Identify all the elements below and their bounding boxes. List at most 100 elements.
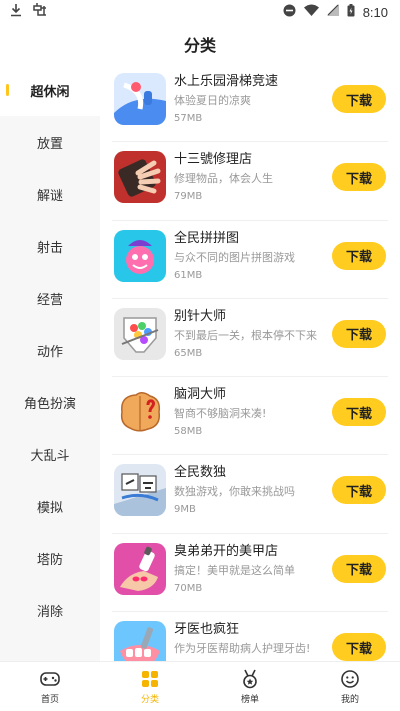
game-list-item[interactable]: 牙医也疯狂 作为牙医帮助病人护理牙齿! 下载 <box>112 612 388 661</box>
game-description: 不到最后一关，根本停不下来 <box>174 328 317 342</box>
download-button[interactable]: 下载 <box>332 241 386 270</box>
game-title: 水上乐园滑梯竞速 <box>174 74 279 89</box>
sidebar-item-action[interactable]: 动作 <box>0 324 100 376</box>
gamepad-icon <box>39 668 61 690</box>
wifi-icon <box>303 4 319 20</box>
download-button[interactable]: 下载 <box>332 319 386 348</box>
game-info: 全民数独 数独游戏，你敢来挑战吗 9MB <box>174 464 322 517</box>
page-title: 分类 <box>183 36 216 55</box>
dnd-icon <box>283 4 296 21</box>
game-info: 水上乐园滑梯竞速 体验夏日的凉爽 57MB <box>174 73 322 126</box>
sidebar-item-puzzle[interactable]: 解谜 <box>0 168 100 220</box>
sidebar-item-label: 大乱斗 <box>30 448 70 464</box>
game-size: 9MB <box>174 504 196 516</box>
status-bar: 8:10 <box>0 0 400 24</box>
nav-label: 分类 <box>140 695 159 705</box>
bottom-nav: 首页 分类 榜单 我的 <box>0 661 400 711</box>
game-info: 十三號修理店 修理物品，体会人生 79MB <box>174 151 322 204</box>
sidebar-item-label: 射击 <box>36 240 63 256</box>
game-description: 智商不够脑洞来凑! <box>174 407 267 421</box>
battery-icon <box>347 3 355 21</box>
sidebar-item-casual[interactable]: 超休闲 <box>0 64 100 116</box>
download-button[interactable]: 下载 <box>332 633 386 661</box>
nail-salon-icon[interactable] <box>114 542 166 595</box>
game-list: 水上乐园滑梯竞速 体验夏日的凉爽 57MB 下载 十三號修理店 修理物品，体会人… <box>100 64 400 661</box>
game-list-item[interactable]: 水上乐园滑梯竞速 体验夏日的凉爽 57MB 下载 <box>112 64 388 143</box>
sudoku-icon[interactable] <box>114 464 166 517</box>
profile-smile-icon <box>339 668 361 690</box>
game-info: 全民拼拼图 与众不同的图片拼图游戏 61MB <box>174 230 322 283</box>
ranking-medal-icon <box>239 668 261 690</box>
game-list-item[interactable]: 脑洞大师 智商不够脑洞来凑! 58MB 下载 <box>112 377 388 456</box>
crazy-dentist-icon[interactable] <box>114 621 166 661</box>
game-size: 70MB <box>174 582 203 594</box>
game-title: 全民拼拼图 <box>174 230 240 246</box>
sidebar-item-label: 消除 <box>36 604 63 620</box>
game-title: 全民数独 <box>174 465 227 481</box>
sidebar-item-label: 超休闲 <box>30 84 70 100</box>
nav-ranking[interactable]: 榜单 <box>200 662 300 711</box>
pin-master-icon[interactable] <box>114 307 166 360</box>
game-list-item[interactable]: 全民数独 数独游戏，你敢来挑战吗 9MB 下载 <box>112 455 388 534</box>
sidebar-item-label: 放置 <box>36 136 63 152</box>
brain-master-icon[interactable] <box>114 386 166 439</box>
game-description: 与众不同的图片拼图游戏 <box>174 250 295 264</box>
sidebar-item-label: 经营 <box>36 292 63 308</box>
repair-shop-icon[interactable] <box>114 151 166 204</box>
game-info: 臭弟弟开的美甲店 搞定！美甲就是这么简单 70MB <box>174 543 322 596</box>
nav-label: 首页 <box>40 695 59 705</box>
status-right: 8:10 <box>283 3 388 21</box>
game-description: 修理物品，体会人生 <box>174 172 273 186</box>
sidebar-item-label: 角色扮演 <box>23 396 76 412</box>
game-info: 别针大师 不到最后一关，根本停不下来 65MB <box>174 308 322 361</box>
water-slide-icon[interactable] <box>114 73 166 125</box>
nav-profile[interactable]: 我的 <box>300 662 400 711</box>
sidebar-item-brawl[interactable]: 大乱斗 <box>0 428 100 480</box>
game-size: 79MB <box>174 191 203 203</box>
download-icon <box>10 3 22 21</box>
sidebar-item-shooting[interactable]: 射击 <box>0 220 100 272</box>
download-button[interactable]: 下载 <box>332 85 386 113</box>
signal-icon <box>326 4 339 20</box>
game-size: 58MB <box>174 426 203 438</box>
sidebar-item-label: 模拟 <box>36 500 63 516</box>
download-button[interactable]: 下载 <box>332 398 386 427</box>
jigsaw-puzzle-icon[interactable] <box>114 229 166 282</box>
sidebar-item-rpg[interactable]: 角色扮演 <box>0 376 100 428</box>
game-size: 65MB <box>174 347 203 359</box>
game-list-item[interactable]: 别针大师 不到最后一关，根本停不下来 65MB 下载 <box>112 299 388 378</box>
game-controller-icon <box>32 3 48 21</box>
nav-category[interactable]: 分类 <box>100 662 200 711</box>
nav-label: 榜单 <box>240 695 259 705</box>
category-sidebar: 超休闲 放置 解谜 射击 经营 动作 角色扮演 大乱斗 模拟 塔防 消除 <box>0 64 100 661</box>
page-header: 分类 <box>0 24 400 64</box>
game-description: 数独游戏，你敢来挑战吗 <box>174 485 295 499</box>
game-list-item[interactable]: 臭弟弟开的美甲店 搞定！美甲就是这么简单 70MB 下载 <box>112 534 388 613</box>
sidebar-item-idle[interactable]: 放置 <box>0 116 100 168</box>
game-title: 牙医也疯狂 <box>174 622 240 638</box>
sidebar-item-match[interactable]: 消除 <box>0 584 100 636</box>
game-list-item[interactable]: 十三號修理店 修理物品，体会人生 79MB 下载 <box>112 142 388 221</box>
download-button[interactable]: 下载 <box>332 163 386 192</box>
game-list-item[interactable]: 全民拼拼图 与众不同的图片拼图游戏 61MB 下载 <box>112 221 388 299</box>
sidebar-item-tower-defense[interactable]: 塔防 <box>0 532 100 584</box>
game-size: 57MB <box>174 113 203 124</box>
game-info: 牙医也疯狂 作为牙医帮助病人护理牙齿! <box>174 621 322 660</box>
sidebar-item-label: 解谜 <box>36 188 63 204</box>
game-description: 作为牙医帮助病人护理牙齿! <box>174 642 311 656</box>
game-title: 脑洞大师 <box>174 387 227 403</box>
game-description: 搞定！美甲就是这么简单 <box>174 563 295 577</box>
game-title: 臭弟弟开的美甲店 <box>174 543 279 559</box>
category-grid-icon <box>139 668 161 690</box>
sidebar-item-management[interactable]: 经营 <box>0 272 100 324</box>
game-title: 别针大师 <box>174 308 227 324</box>
game-description: 体验夏日的凉爽 <box>174 94 251 107</box>
nav-label: 我的 <box>340 695 359 705</box>
status-time: 8:10 <box>362 4 388 20</box>
sidebar-item-simulation[interactable]: 模拟 <box>0 480 100 532</box>
download-button[interactable]: 下载 <box>332 554 386 583</box>
game-size: 61MB <box>174 269 203 281</box>
nav-home[interactable]: 首页 <box>0 662 100 711</box>
download-button[interactable]: 下载 <box>332 476 386 505</box>
sidebar-item-label: 动作 <box>36 344 63 360</box>
